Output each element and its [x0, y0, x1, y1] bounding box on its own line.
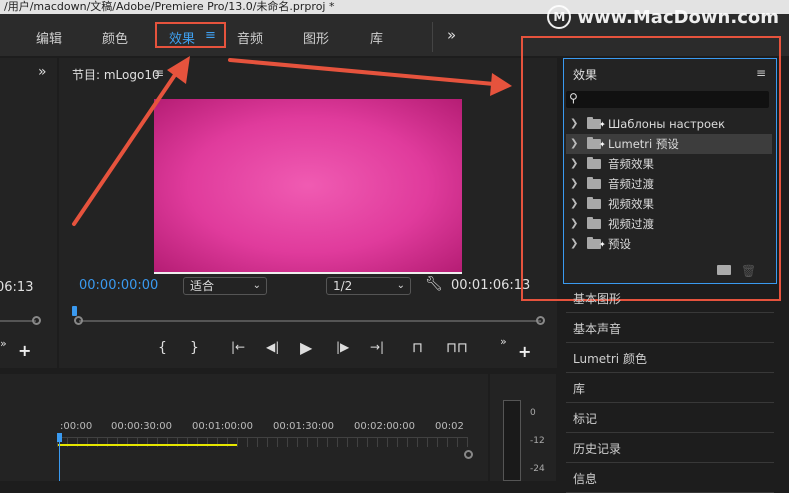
audio-meter-label: -12 [530, 436, 545, 446]
duration-timecode: 00:01:06:13 [451, 278, 531, 293]
scrub-end-handle[interactable] [536, 316, 545, 325]
work-area-bar[interactable] [58, 444, 237, 446]
panel-tab-essential-sound[interactable]: 基本声音 [566, 315, 774, 343]
add-button[interactable]: + [518, 342, 531, 361]
current-timecode[interactable]: 00:00:00:00 [79, 278, 158, 293]
annotation-highlight-effects-panel [521, 36, 781, 301]
panel-tab-libraries[interactable]: 库 [566, 375, 774, 403]
annotation-highlight-effects-tab [155, 22, 226, 48]
go-to-out-button[interactable]: →| [370, 340, 384, 354]
source-scrub-bar[interactable] [0, 320, 36, 322]
video-preview-baseline [154, 272, 462, 274]
program-monitor-title[interactable]: 节目: mLogo10 [72, 66, 160, 83]
workspace-tab-edit[interactable]: 编辑 [36, 28, 62, 47]
workspace-overflow-icon[interactable]: » [447, 26, 456, 44]
mark-out-button[interactable]: } [190, 340, 199, 356]
timeline-playhead[interactable] [57, 433, 62, 442]
monitor-playhead[interactable] [72, 306, 77, 316]
video-preview[interactable] [154, 99, 462, 272]
timeline-tick: 00:02:00:00 [354, 421, 416, 432]
workspace-tab-graphics[interactable]: 图形 [303, 28, 329, 47]
chevron-down-icon: ⌄ [252, 280, 261, 291]
workspace-divider [432, 22, 433, 52]
source-scrub-end-handle[interactable] [32, 316, 41, 325]
panel-tab-markers[interactable]: 标记 [566, 405, 774, 433]
mark-in-button[interactable]: { [158, 340, 167, 356]
panel-tab-lumetri-color[interactable]: Lumetri 颜色 [566, 345, 774, 373]
timeline-scroll-handle[interactable] [464, 450, 473, 459]
timeline-tick: 00:02 [435, 421, 464, 432]
watermark: M www.MacDown.com [547, 5, 779, 29]
timeline-tick: :00:00 [60, 421, 93, 432]
monitor-overflow-icon[interactable]: » [500, 335, 507, 348]
workspace-tab-libraries[interactable]: 库 [370, 28, 383, 47]
timeline-tick: 00:00:30:00 [111, 421, 173, 432]
program-monitor-menu-icon[interactable]: ≡ [154, 66, 164, 80]
macdown-logo-icon: M [547, 5, 572, 29]
audio-meter-label: -24 [530, 464, 545, 474]
source-add-button[interactable]: + [18, 341, 31, 360]
timeline-playhead-line [59, 442, 60, 481]
workspace-tab-audio[interactable]: 音频 [237, 28, 263, 47]
timeline-tick: 00:01:30:00 [273, 421, 335, 432]
audio-meter-label: 0 [530, 408, 536, 418]
project-path: /用户/macdown/文稿/Adobe/Premiere Pro/13.0/未… [4, 0, 335, 13]
fit-dropdown[interactable]: 适合 ⌄ [183, 277, 267, 295]
watermark-text: www.MacDown.com [577, 6, 779, 28]
panel-overflow-icon[interactable]: » [38, 64, 47, 80]
monitor-scrub-bar[interactable] [79, 320, 541, 322]
step-back-button[interactable]: ◀| [266, 340, 279, 354]
lift-button[interactable]: ⊓ [412, 340, 423, 356]
workspace-tab-color[interactable]: 颜色 [102, 28, 128, 47]
chevron-down-icon: ⌄ [396, 280, 405, 291]
audio-meter-panel [490, 374, 556, 481]
extract-button[interactable]: ⊓⊓ [446, 340, 468, 356]
panel-tab-info[interactable]: 信息 [566, 465, 774, 493]
step-forward-button[interactable]: |▶ [336, 340, 349, 354]
panel-tab-history[interactable]: 历史记录 [566, 435, 774, 463]
audio-meter-bar [503, 400, 521, 481]
timeline-tick: 00:01:00:00 [192, 421, 254, 432]
scrub-start-handle[interactable] [74, 316, 83, 325]
source-timecode: 06:13 [0, 280, 34, 295]
play-button[interactable]: ▶ [300, 338, 312, 357]
fit-value: 适合 [190, 279, 215, 293]
panel-tab-essential-graphics[interactable]: 基本图形 [566, 285, 774, 313]
resolution-dropdown[interactable]: 1/2 ⌄ [326, 277, 411, 295]
source-overflow-icon[interactable]: » [0, 337, 7, 350]
go-to-in-button[interactable]: |← [231, 340, 245, 354]
resolution-value: 1/2 [333, 279, 353, 293]
settings-wrench-icon[interactable]: 🔧︎ [425, 276, 443, 292]
